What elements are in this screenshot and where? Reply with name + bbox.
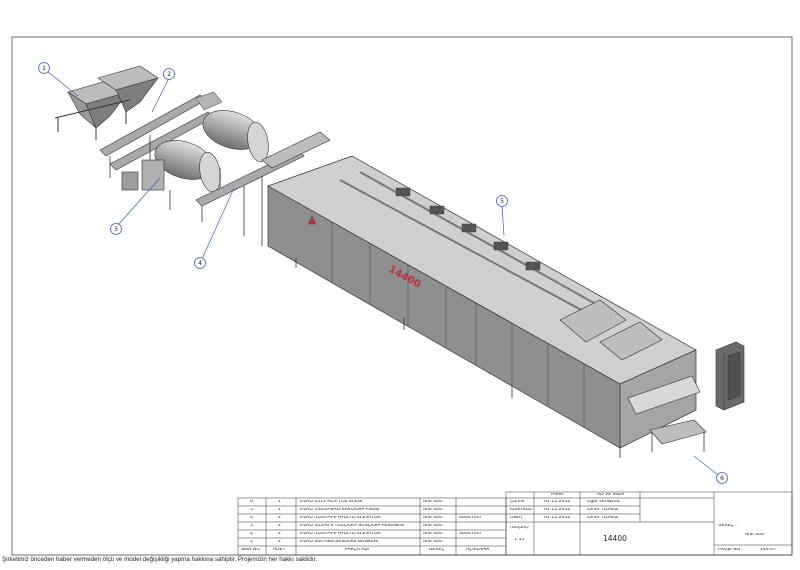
adet: 1 — [278, 508, 281, 512]
callout-6-label: 6 — [720, 475, 724, 482]
aciklama: 3000 mm — [459, 532, 482, 536]
drawing-title: 14400 — [603, 535, 627, 543]
cizen-name: Uğur GÜNDÜZ — [587, 500, 620, 504]
header-parca-adi: PARÇA ADI — [345, 548, 370, 552]
gerec: AISI 304 — [423, 516, 442, 520]
proje-label: PROJE NO : — [718, 548, 744, 552]
gerec: AISI 304 — [423, 532, 442, 536]
kavurma-firini — [267, 155, 701, 458]
onay-label: ONAY — [510, 516, 523, 520]
kontrol-date: 01.11.2012 — [544, 508, 571, 512]
sira-no: 2 — [250, 532, 253, 536]
header-aciklama: AÇIKLAMA — [466, 548, 490, 552]
callout-5: 5 — [496, 195, 508, 207]
callout-5-label: 5 — [500, 198, 504, 205]
onay-date: 01.11.2012 — [544, 516, 571, 520]
callout-4-label: 4 — [198, 260, 202, 267]
scale-value: 1:55 — [514, 538, 525, 542]
callout-1: 1 — [38, 62, 50, 74]
header-adet: ADET — [273, 548, 286, 552]
adet: 2 — [278, 524, 281, 528]
adet: 2 — [278, 540, 281, 544]
sira-no: 6 — [250, 500, 253, 504]
parca-adi: EVRO 1012-ACS TOZ ELEĞİ — [300, 500, 363, 504]
callout-4: 4 — [194, 257, 206, 269]
parca-adi: EVRO 5100-APE PALETLİ ELEVATÖR — [300, 516, 381, 520]
kontrol-name: Ömer YILMAZ — [587, 508, 619, 512]
sira-no: 3 — [250, 524, 253, 528]
tarih-header: TARİH — [550, 493, 564, 497]
callout-1-label: 1 — [42, 65, 46, 72]
sira-no: 5 — [250, 508, 253, 512]
gerec-value: AISI 304 — [745, 533, 764, 537]
cizen-date: 01.11.2012 — [544, 500, 571, 504]
assembly-drawing: 14400 1 2 3 4 5 6 — [11, 36, 793, 556]
proje-value: 144-07 — [760, 548, 777, 552]
adet: 2 — [278, 516, 281, 520]
kontrol-label: KONTROL — [510, 508, 532, 512]
technical-drawing-sheet: 14400 1 2 3 4 5 6 6 1 EVRO 1012-ACS TOZ … — [0, 0, 800, 566]
callout-3-label: 3 — [114, 226, 118, 233]
callout-2-label: 2 — [167, 71, 171, 78]
cizen-label: ÇİZEN — [510, 500, 525, 504]
gerec: AISI 304 — [423, 524, 442, 528]
callout-3: 3 — [110, 223, 122, 235]
aciklama: 4000 mm — [459, 516, 482, 520]
header-sira-no: SIRA NO — [241, 548, 260, 552]
olcek-label: (ÖLÇEK) — [510, 526, 529, 530]
parca-adi: EVRO 14000-BRO KAVURMA FIRINI — [300, 508, 380, 512]
callout-2: 2 — [163, 68, 175, 80]
control-cabinet — [715, 341, 745, 411]
gerec: AISI 304 — [423, 540, 442, 544]
parca-adi: EVRO 400-ABS BESLEME BUNKERİ — [300, 540, 379, 544]
parca-adi: EVRO 505-ATS TUZLAMA SOSLAMA MAKİNESİ — [300, 524, 405, 528]
callout-6: 6 — [716, 472, 728, 484]
gerec-label: GEREÇ : — [718, 524, 737, 528]
onay-name: Ömer YILMAZ — [587, 516, 619, 520]
parca-adi: EVRO 5100-APE PALETLİ ELEVATÖR — [300, 532, 381, 536]
sira-no: 4 — [250, 516, 253, 520]
gerec: AISI 304 — [423, 508, 442, 512]
sira-no: 1 — [250, 540, 253, 544]
adet: 2 — [278, 532, 281, 536]
gerec: AISI 304 — [423, 500, 442, 504]
copyright-footer: Şirketimiz önceden haber vermeden ölçü v… — [2, 556, 318, 563]
ad-imza-header: AD VE İMZA — [597, 493, 625, 497]
header-gerec: GEREÇ — [429, 548, 445, 552]
adet: 1 — [278, 500, 281, 504]
